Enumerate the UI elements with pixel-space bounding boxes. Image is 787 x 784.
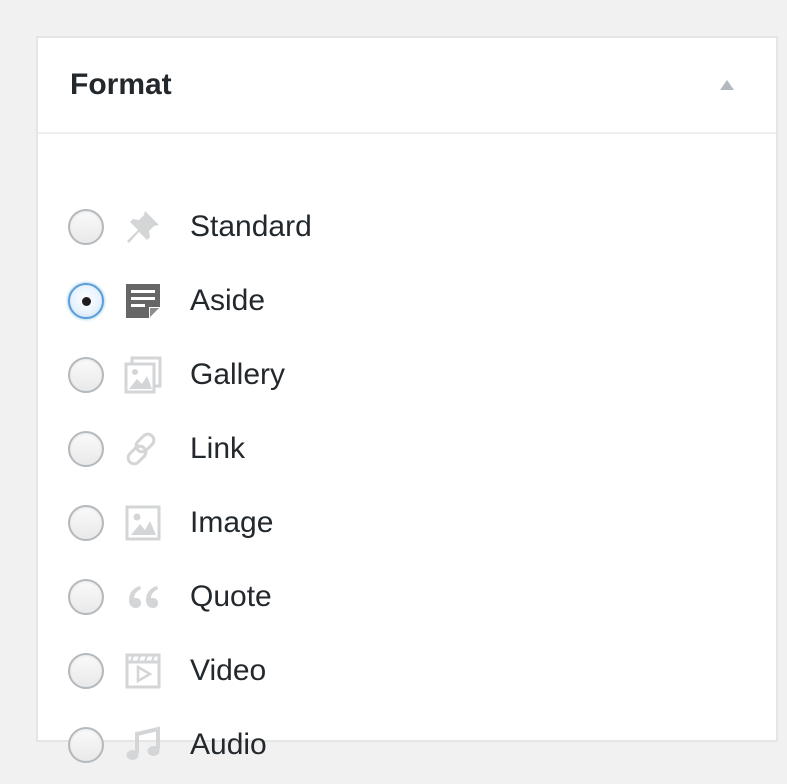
audio-icon xyxy=(120,722,166,768)
option-label: Aside xyxy=(190,284,266,317)
gallery-icon xyxy=(120,352,166,398)
triangle-up-icon xyxy=(720,80,734,90)
format-panel: Format Standard Aside Gallery Link Image… xyxy=(36,36,778,763)
radio-audio[interactable] xyxy=(68,727,104,763)
image-icon xyxy=(120,500,166,546)
format-option-audio[interactable]: Audio xyxy=(68,722,267,768)
format-option-quote[interactable]: Quote xyxy=(68,574,272,620)
option-label: Link xyxy=(190,432,246,465)
toggle-panel-button[interactable] xyxy=(712,70,742,100)
radio-link[interactable] xyxy=(68,431,104,467)
option-label: Video xyxy=(190,654,267,687)
format-option-image[interactable]: Image xyxy=(68,500,273,546)
radio-video[interactable] xyxy=(68,653,104,689)
format-option-video[interactable]: Video xyxy=(68,648,266,694)
radio-quote[interactable] xyxy=(68,579,104,615)
radio-aside[interactable] xyxy=(68,283,104,319)
format-option-standard[interactable]: Standard xyxy=(68,204,312,250)
option-label: Standard xyxy=(190,210,312,243)
panel-title: Format xyxy=(70,68,172,101)
radio-image[interactable] xyxy=(68,505,104,541)
video-icon xyxy=(120,648,166,694)
option-label: Gallery xyxy=(190,358,286,391)
option-label: Image xyxy=(190,506,274,539)
option-label: Audio xyxy=(190,728,267,761)
format-option-aside[interactable]: Aside xyxy=(68,278,265,324)
radio-standard[interactable] xyxy=(68,209,104,245)
radio-gallery[interactable] xyxy=(68,357,104,393)
link-icon xyxy=(120,426,166,472)
pin-icon xyxy=(120,204,166,250)
format-option-gallery[interactable]: Gallery xyxy=(68,352,285,398)
quote-icon xyxy=(120,574,166,620)
format-option-link[interactable]: Link xyxy=(68,426,245,472)
option-label: Quote xyxy=(190,580,272,613)
panel-header[interactable]: Format xyxy=(38,38,776,134)
aside-note-icon xyxy=(120,278,166,324)
